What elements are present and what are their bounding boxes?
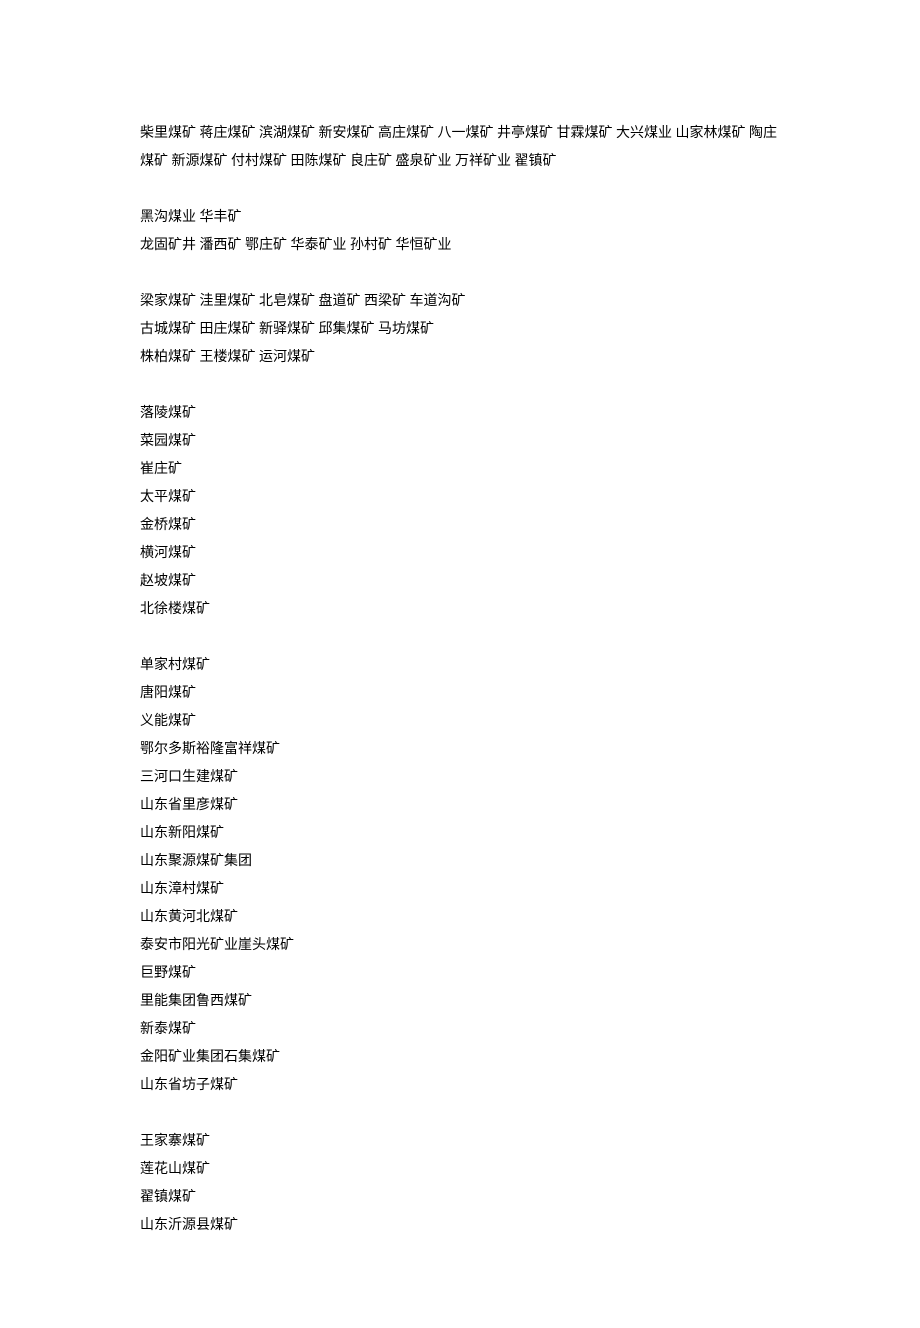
text-block: 梁家煤矿 洼里煤矿 北皂煤矿 盘道矿 西梁矿 车道沟矿古城煤矿 田庄煤矿 新驿煤…	[140, 288, 780, 372]
text-line: 太平煤矿	[140, 484, 780, 512]
text-line: 莲花山煤矿	[140, 1156, 780, 1184]
text-line: 新泰煤矿	[140, 1016, 780, 1044]
text-line: 里能集团鲁西煤矿	[140, 988, 780, 1016]
text-line: 山东省里彦煤矿	[140, 792, 780, 820]
text-line: 单家村煤矿	[140, 652, 780, 680]
text-block: 落陵煤矿菜园煤矿崔庄矿太平煤矿金桥煤矿横河煤矿赵坡煤矿北徐楼煤矿	[140, 400, 780, 624]
text-line: 鄂尔多斯裕隆富祥煤矿	[140, 736, 780, 764]
text-line: 崔庄矿	[140, 456, 780, 484]
text-line: 山东漳村煤矿	[140, 876, 780, 904]
text-line: 山东黄河北煤矿	[140, 904, 780, 932]
text-line: 金桥煤矿	[140, 512, 780, 540]
text-line: 唐阳煤矿	[140, 680, 780, 708]
text-line: 山东沂源县煤矿	[140, 1212, 780, 1240]
text-line: 赵坡煤矿	[140, 568, 780, 596]
text-line: 金阳矿业集团石集煤矿	[140, 1044, 780, 1072]
text-block: 黑沟煤业 华丰矿龙固矿井 潘西矿 鄂庄矿 华泰矿业 孙村矿 华恒矿业	[140, 204, 780, 260]
text-line: 山东新阳煤矿	[140, 820, 780, 848]
text-line: 黑沟煤业 华丰矿	[140, 204, 780, 232]
text-line: 梁家煤矿 洼里煤矿 北皂煤矿 盘道矿 西梁矿 车道沟矿	[140, 288, 780, 316]
text-line: 柴里煤矿 蒋庄煤矿 滨湖煤矿 新安煤矿 高庄煤矿 八一煤矿 井亭煤矿 甘霖煤矿 …	[140, 120, 780, 176]
text-line: 山东聚源煤矿集团	[140, 848, 780, 876]
text-line: 北徐楼煤矿	[140, 596, 780, 624]
text-line: 三河口生建煤矿	[140, 764, 780, 792]
text-line: 山东省坊子煤矿	[140, 1072, 780, 1100]
text-line: 古城煤矿 田庄煤矿 新驿煤矿 邱集煤矿 马坊煤矿	[140, 316, 780, 344]
text-block: 王家寨煤矿莲花山煤矿翟镇煤矿山东沂源县煤矿	[140, 1128, 780, 1240]
text-block: 柴里煤矿 蒋庄煤矿 滨湖煤矿 新安煤矿 高庄煤矿 八一煤矿 井亭煤矿 甘霖煤矿 …	[140, 120, 780, 176]
text-line: 龙固矿井 潘西矿 鄂庄矿 华泰矿业 孙村矿 华恒矿业	[140, 232, 780, 260]
text-line: 义能煤矿	[140, 708, 780, 736]
text-line: 株柏煤矿 王楼煤矿 运河煤矿	[140, 344, 780, 372]
text-line: 巨野煤矿	[140, 960, 780, 988]
document-body: 柴里煤矿 蒋庄煤矿 滨湖煤矿 新安煤矿 高庄煤矿 八一煤矿 井亭煤矿 甘霖煤矿 …	[140, 120, 780, 1240]
text-line: 翟镇煤矿	[140, 1184, 780, 1212]
text-block: 单家村煤矿唐阳煤矿义能煤矿鄂尔多斯裕隆富祥煤矿三河口生建煤矿山东省里彦煤矿山东新…	[140, 652, 780, 1100]
text-line: 横河煤矿	[140, 540, 780, 568]
text-line: 王家寨煤矿	[140, 1128, 780, 1156]
text-line: 泰安市阳光矿业崖头煤矿	[140, 932, 780, 960]
text-line: 落陵煤矿	[140, 400, 780, 428]
text-line: 菜园煤矿	[140, 428, 780, 456]
